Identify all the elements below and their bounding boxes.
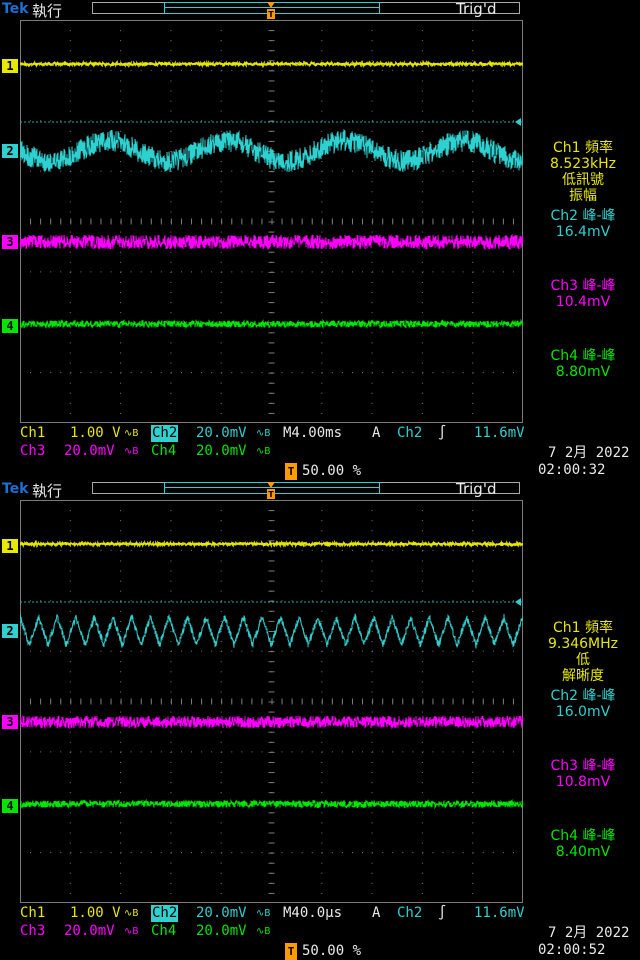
- ch4-trace: [20, 318, 523, 330]
- ch1-measure-note2: 振幅: [569, 188, 597, 204]
- tek-logo: Tek: [2, 1, 29, 17]
- ch4-measure-label: Ch4 峰-峰: [550, 828, 616, 844]
- ch3-ground-marker[interactable]: 3: [2, 235, 18, 249]
- timebase-readout[interactable]: M4.00ms: [283, 425, 343, 442]
- ch2-measure-label: Ch2 峰-峰: [550, 688, 616, 704]
- ch1-measure-note: 低: [576, 652, 590, 668]
- ch1-label[interactable]: Ch1: [20, 905, 46, 922]
- ch1-label[interactable]: Ch1: [20, 425, 46, 442]
- trigger-position-readout[interactable]: 50.00 %: [302, 943, 362, 960]
- ch3-trace: [20, 233, 523, 251]
- ch1-ground-marker[interactable]: 1: [2, 59, 18, 73]
- ch3-label[interactable]: Ch3: [20, 443, 46, 460]
- ch4-scale[interactable]: 20.0mV: [196, 923, 247, 940]
- ch4-bw-icon: ∿B: [256, 443, 271, 460]
- ch2-measure-value: 16.4mV: [555, 224, 611, 240]
- trigger-slope-icon: ∫: [438, 425, 447, 442]
- ch2-label[interactable]: Ch2: [151, 905, 179, 922]
- ch2-ground-marker[interactable]: 2: [2, 144, 18, 158]
- trigger-position-readout[interactable]: 50.00 %: [302, 463, 362, 480]
- ch3-bw-icon: ∿B: [124, 923, 139, 940]
- ch1-scale[interactable]: 1.00 V: [70, 425, 121, 442]
- ch4-measure-value: 8.80mV: [555, 364, 611, 380]
- ch1-trace: [20, 539, 523, 549]
- ch3-measure-label: Ch3 峰-峰: [550, 758, 616, 774]
- ch3-measure-value: 10.4mV: [555, 294, 611, 310]
- ch4-label[interactable]: Ch4: [151, 923, 177, 940]
- ch3-scale[interactable]: 20.0mV: [64, 923, 115, 940]
- ch3-bw-icon: ∿B: [124, 443, 139, 460]
- date-readout: 7 2月 2022: [548, 445, 630, 462]
- time-readout: 02:00:32: [538, 462, 606, 479]
- ch3-ground-marker[interactable]: 3: [2, 715, 18, 729]
- ch1-trace: [20, 59, 523, 69]
- ch2-measure-label: Ch2 峰-峰: [550, 208, 616, 224]
- acquisition-status: 執行: [32, 482, 63, 500]
- svg-text:T: T: [268, 10, 274, 19]
- svg-text:T: T: [268, 490, 274, 499]
- ch4-measure-label: Ch4 峰-峰: [550, 348, 616, 364]
- tek-logo: Tek: [2, 481, 29, 497]
- trigger-mode: A: [372, 905, 381, 922]
- ch4-label[interactable]: Ch4: [151, 443, 177, 460]
- measurement-panel: Ch1 頻率 9.346MHz 低 解晰度 Ch2 峰-峰 16.0mV Ch3…: [526, 620, 640, 860]
- ch3-scale[interactable]: 20.0mV: [64, 443, 115, 460]
- ch1-measure-value: 8.523kHz: [549, 156, 617, 172]
- scope-screen: Tek 執行 T Trig'd 1 2 3 4 Ch1 頻率 9.346MHz …: [0, 480, 640, 960]
- timebase-readout[interactable]: M40.0μs: [283, 905, 343, 922]
- time-readout: 02:00:52: [538, 942, 606, 959]
- ch2-scale[interactable]: 20.0mV: [196, 905, 247, 922]
- trigger-position-marker: T: [285, 463, 297, 480]
- ch3-measure-label: Ch3 峰-峰: [550, 278, 616, 294]
- ch2-bw-icon: ∿B: [256, 905, 271, 922]
- ch2-trace: [20, 128, 523, 173]
- ch4-bw-icon: ∿B: [256, 923, 271, 940]
- ch3-measure-value: 10.8mV: [555, 774, 611, 790]
- ch3-trace: [20, 714, 523, 730]
- ch2-scale[interactable]: 20.0mV: [196, 425, 247, 442]
- ch4-scale[interactable]: 20.0mV: [196, 443, 247, 460]
- ch2-measure-value: 16.0mV: [555, 704, 611, 720]
- trigger-position-icon[interactable]: T: [266, 480, 276, 500]
- ch2-bw-icon: ∿B: [256, 425, 271, 442]
- trigger-state: Trig'd: [456, 0, 497, 18]
- ch1-scale[interactable]: 1.00 V: [70, 905, 121, 922]
- ch1-measure-value: 9.346MHz: [547, 636, 619, 652]
- ch1-ground-marker[interactable]: 1: [2, 539, 18, 553]
- trigger-position-marker: T: [285, 943, 297, 960]
- ch4-measure-value: 8.40mV: [555, 844, 611, 860]
- ch4-ground-marker[interactable]: 4: [2, 319, 18, 333]
- trigger-slope-icon: ∫: [438, 905, 447, 922]
- trigger-level-arrow-icon: [515, 598, 521, 606]
- status-readout-bar: Ch1 1.00 V ∿B Ch2 20.0mV ∿B M40.0μs A Ch…: [0, 904, 640, 960]
- ch2-ground-marker[interactable]: 2: [2, 624, 18, 638]
- trigger-source[interactable]: Ch2: [397, 905, 423, 922]
- ch3-label[interactable]: Ch3: [20, 923, 46, 940]
- ch4-ground-marker[interactable]: 4: [2, 799, 18, 813]
- ch1-bw-icon: ∿B: [124, 425, 139, 442]
- ch1-bw-icon: ∿B: [124, 905, 139, 922]
- status-readout-bar: Ch1 1.00 V ∿B Ch2 20.0mV ∿B M4.00ms A Ch…: [0, 424, 640, 480]
- ch1-measure-note: 低訊號: [562, 172, 604, 188]
- ch2-label[interactable]: Ch2: [151, 425, 179, 442]
- ch1-measure-label: Ch1 頻率: [552, 140, 613, 156]
- scope-screen: Tek 執行 T Trig'd 1 2 3 4 Ch1 頻率 8.523kHz …: [0, 0, 640, 480]
- trigger-state: Trig'd: [456, 480, 497, 498]
- trigger-mode: A: [372, 425, 381, 442]
- waveform-graticule: [20, 500, 523, 903]
- trigger-position-icon[interactable]: T: [266, 0, 276, 20]
- ch1-measure-note2: 解晰度: [562, 668, 604, 684]
- measurement-panel: Ch1 頻率 8.523kHz 低訊號 振幅 Ch2 峰-峰 16.4mV Ch…: [526, 140, 640, 380]
- ch1-measure-label: Ch1 頻率: [552, 620, 613, 636]
- date-readout: 7 2月 2022: [548, 925, 630, 942]
- trigger-source[interactable]: Ch2: [397, 425, 423, 442]
- trigger-level[interactable]: 11.6mV: [474, 425, 525, 442]
- acquisition-status: 執行: [32, 2, 63, 20]
- waveform-graticule: [20, 20, 523, 423]
- trigger-level-arrow-icon: [515, 118, 521, 126]
- trigger-level[interactable]: 11.6mV: [474, 905, 525, 922]
- ch4-trace: [20, 798, 523, 810]
